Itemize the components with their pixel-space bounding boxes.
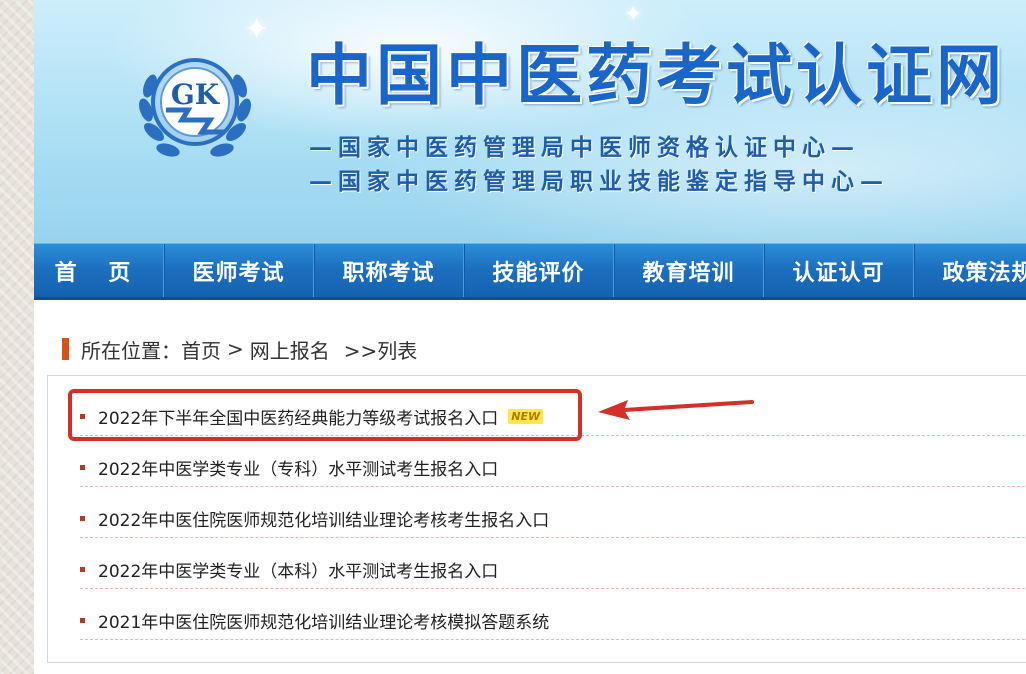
- gk-emblem-icon[interactable]: GK: [130, 40, 260, 168]
- list-item: 2022年中医学类专业（本科）水平测试考生报名入口: [80, 551, 1026, 589]
- list-item: 2021年中医住院医师规范化培训结业理论考核模拟答题系统: [80, 602, 1026, 640]
- breadcrumb: 所在位置： 首页 > 网上报名 >>列表: [62, 335, 418, 364]
- nav-item-home[interactable]: 首 页: [34, 244, 164, 297]
- list-item: 2022年下半年全国中医药经典能力等级考试报名入口 NEW: [80, 398, 1026, 436]
- list-item-link[interactable]: 2022年中医住院医师规范化培训结业理论考核考生报名入口: [98, 506, 549, 531]
- breadcrumb-home-link[interactable]: 首页: [181, 335, 221, 364]
- new-badge-icon: NEW: [508, 409, 544, 424]
- breadcrumb-prefix: 所在位置：: [81, 338, 181, 363]
- list-item-link[interactable]: 2021年中医住院医师规范化培训结业理论考核模拟答题系统: [98, 608, 549, 633]
- nav-item-certification[interactable]: 认证认可: [764, 244, 914, 297]
- list-item: 2022年中医住院医师规范化培训结业理论考核考生报名入口: [80, 500, 1026, 538]
- site-title: 中国中医药考试认证网: [306, 36, 1006, 114]
- red-arrow-icon: [598, 400, 754, 420]
- list-item-link[interactable]: 2022年下半年全国中医药经典能力等级考试报名入口: [98, 404, 498, 429]
- page: ✦ ✦ GK 中国中医药考试认证网 —国家中医药管理局中医师资格认证中心— —国…: [34, 0, 1026, 674]
- site-subtitle-1: —国家中医药管理局中医师资格认证中心—: [309, 134, 860, 161]
- nav-item-policies[interactable]: 政策法规: [914, 244, 1026, 297]
- main-nav: 首 页 医师考试 职称考试 技能评价 教育培训 认证认可 政策法规: [34, 243, 1026, 300]
- logo-text: GK: [171, 78, 221, 111]
- bullet-icon: [80, 618, 85, 623]
- breadcrumb-marker: [62, 338, 69, 360]
- nav-item-title-exam[interactable]: 职称考试: [314, 244, 464, 297]
- breadcrumb-current-link[interactable]: 网上报名: [250, 335, 330, 364]
- nav-item-physician-exam[interactable]: 医师考试: [164, 244, 314, 297]
- nav-item-education-training[interactable]: 教育培训: [614, 244, 764, 297]
- bullet-icon: [80, 516, 85, 521]
- nav-item-skill-evaluation[interactable]: 技能评价: [464, 244, 614, 297]
- site-subtitle-2: —国家中医药管理局职业技能鉴定指导中心—: [309, 168, 889, 195]
- breadcrumb-tail: >>列表: [343, 338, 418, 363]
- registration-list-panel: 2022年下半年全国中医药经典能力等级考试报名入口 NEW 2022年中医学类专…: [47, 375, 1026, 663]
- bullet-icon: [80, 414, 85, 419]
- side-pattern-background: [0, 0, 34, 674]
- site-banner: ✦ ✦ GK 中国中医药考试认证网 —国家中医药管理局中医师资格认证中心— —国…: [34, 0, 1026, 243]
- list-item: 2022年中医学类专业（专科）水平测试考生报名入口: [80, 449, 1026, 487]
- bullet-icon: [80, 567, 85, 572]
- breadcrumb-separator: >: [227, 337, 244, 361]
- list-item-link[interactable]: 2022年中医学类专业（本科）水平测试考生报名入口: [98, 557, 498, 582]
- sparkle-icon: ✦: [624, 2, 643, 27]
- list-item-link[interactable]: 2022年中医学类专业（专科）水平测试考生报名入口: [98, 455, 498, 480]
- bullet-icon: [80, 465, 85, 470]
